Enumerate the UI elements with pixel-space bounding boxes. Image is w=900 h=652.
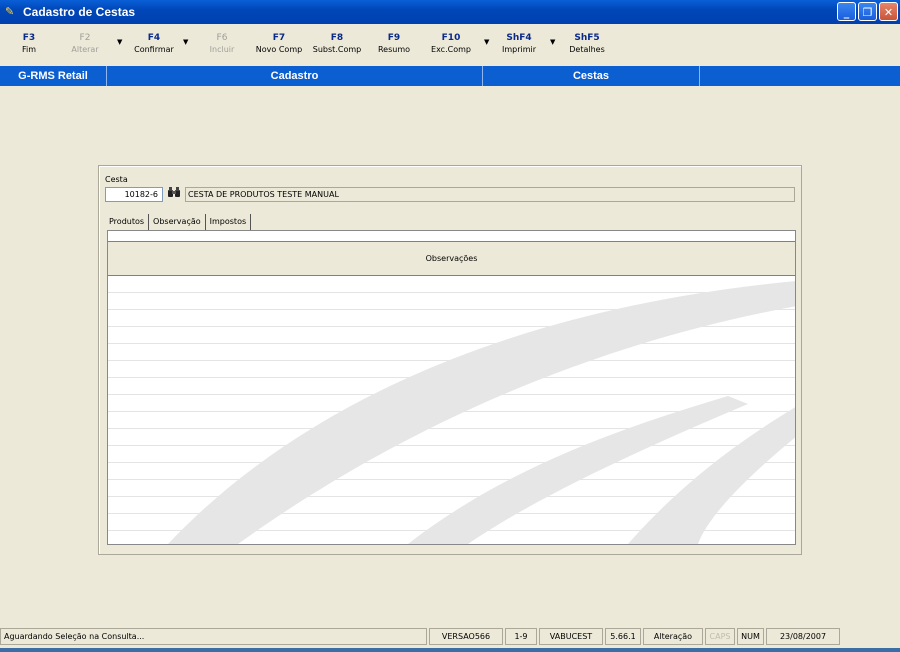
- incluir-key: F6: [216, 33, 228, 43]
- binoculars-icon[interactable]: [166, 186, 182, 202]
- imprimir-button[interactable]: ShF4 Imprimir: [493, 32, 545, 56]
- exc-comp-dropdown-icon[interactable]: ▼: [484, 38, 489, 46]
- observacao-tab-content: Observações: [107, 230, 796, 545]
- imprimir-label: Imprimir: [501, 45, 537, 54]
- alterar-label: Alterar: [71, 45, 99, 54]
- fim-button[interactable]: F3 Fim: [3, 32, 55, 56]
- tab-observacao[interactable]: Observação: [149, 214, 206, 230]
- novo-comp-key: F7: [272, 33, 286, 43]
- status-date: 23/08/2007: [766, 628, 840, 645]
- alterar-dropdown-icon[interactable]: ▼: [117, 38, 122, 46]
- resumo-button[interactable]: F9 Resumo: [368, 32, 420, 56]
- status-caps: CAPS: [705, 628, 735, 645]
- watermark-swoosh-icon: [168, 281, 795, 544]
- status-build: 5.66.1: [605, 628, 641, 645]
- detalhes-label: Detalhes: [569, 45, 605, 54]
- subst-comp-button[interactable]: F8 Subst.Comp: [311, 32, 363, 56]
- tab-bar: Produtos Observação Impostos: [105, 214, 252, 230]
- detalhes-key: ShF5: [574, 33, 600, 43]
- close-icon[interactable]: ✕: [879, 2, 898, 21]
- status-version: VERSAO566: [429, 628, 503, 645]
- imprimir-key: ShF4: [506, 33, 532, 43]
- observations-textarea[interactable]: [108, 276, 795, 544]
- imprimir-dropdown-icon[interactable]: ▼: [550, 38, 555, 46]
- status-bar: Aguardando Seleção na Consulta... VERSAO…: [0, 627, 900, 647]
- subst-comp-label: Subst.Comp: [312, 45, 362, 54]
- exc-comp-label: Exc.Comp: [431, 45, 471, 54]
- title-bar: ✎ Cadastro de Cestas _ ❐ ✕: [0, 0, 900, 24]
- status-user: VABUCEST: [539, 628, 603, 645]
- fim-label: Fim: [21, 45, 37, 54]
- cesta-label: Cesta: [105, 175, 128, 184]
- cesta-panel: Cesta 10182-6 CESTA DE PRODUTOS TESTE MA…: [98, 165, 802, 555]
- window-controls: _ ❐ ✕: [837, 2, 898, 21]
- context-app: G-RMS Retail: [0, 66, 107, 86]
- fim-key: F3: [22, 33, 36, 43]
- observations-header: Observações: [108, 241, 795, 276]
- tab-produtos[interactable]: Produtos: [105, 214, 150, 230]
- status-page: 1-9: [505, 628, 537, 645]
- status-mode: Alteração: [643, 628, 703, 645]
- window-title: Cadastro de Cestas: [23, 5, 136, 19]
- restore-icon[interactable]: ❐: [858, 2, 877, 21]
- resumo-key: F9: [387, 33, 401, 43]
- context-bar: G-RMS Retail Cadastro Cestas: [0, 66, 900, 86]
- incluir-button[interactable]: F6 Incluir: [196, 32, 248, 56]
- status-num: NUM: [737, 628, 764, 645]
- detalhes-button[interactable]: ShF5 Detalhes: [561, 32, 613, 56]
- context-module: Cadastro: [107, 66, 483, 86]
- exc-comp-key: F10: [441, 33, 461, 43]
- subst-comp-key: F8: [330, 33, 344, 43]
- status-message: Aguardando Seleção na Consulta...: [0, 628, 427, 645]
- taskbar-strip: [0, 648, 900, 652]
- tab-impostos[interactable]: Impostos: [206, 214, 252, 230]
- confirmar-button[interactable]: F4 Confirmar: [128, 32, 180, 56]
- minimize-icon[interactable]: _: [837, 2, 856, 21]
- cesta-code-field[interactable]: 10182-6: [105, 187, 163, 202]
- novo-comp-label: Novo Comp: [255, 45, 303, 54]
- confirmar-dropdown-icon[interactable]: ▼: [183, 38, 188, 46]
- resumo-label: Resumo: [377, 45, 411, 54]
- alterar-button[interactable]: F2 Alterar: [59, 32, 111, 56]
- app-icon: ✎: [5, 5, 15, 18]
- alterar-key: F2: [79, 33, 91, 43]
- incluir-label: Incluir: [209, 45, 235, 54]
- cesta-description-field: CESTA DE PRODUTOS TESTE MANUAL: [185, 187, 795, 202]
- function-key-toolbar: F3 Fim F2 Alterar ▼ F4 Confirmar ▼ F6 In…: [0, 24, 900, 66]
- exc-comp-button[interactable]: F10 Exc.Comp: [425, 32, 477, 56]
- context-entity: Cestas: [483, 66, 700, 86]
- confirmar-key: F4: [147, 33, 161, 43]
- novo-comp-button[interactable]: F7 Novo Comp: [253, 32, 305, 56]
- confirmar-label: Confirmar: [134, 45, 174, 54]
